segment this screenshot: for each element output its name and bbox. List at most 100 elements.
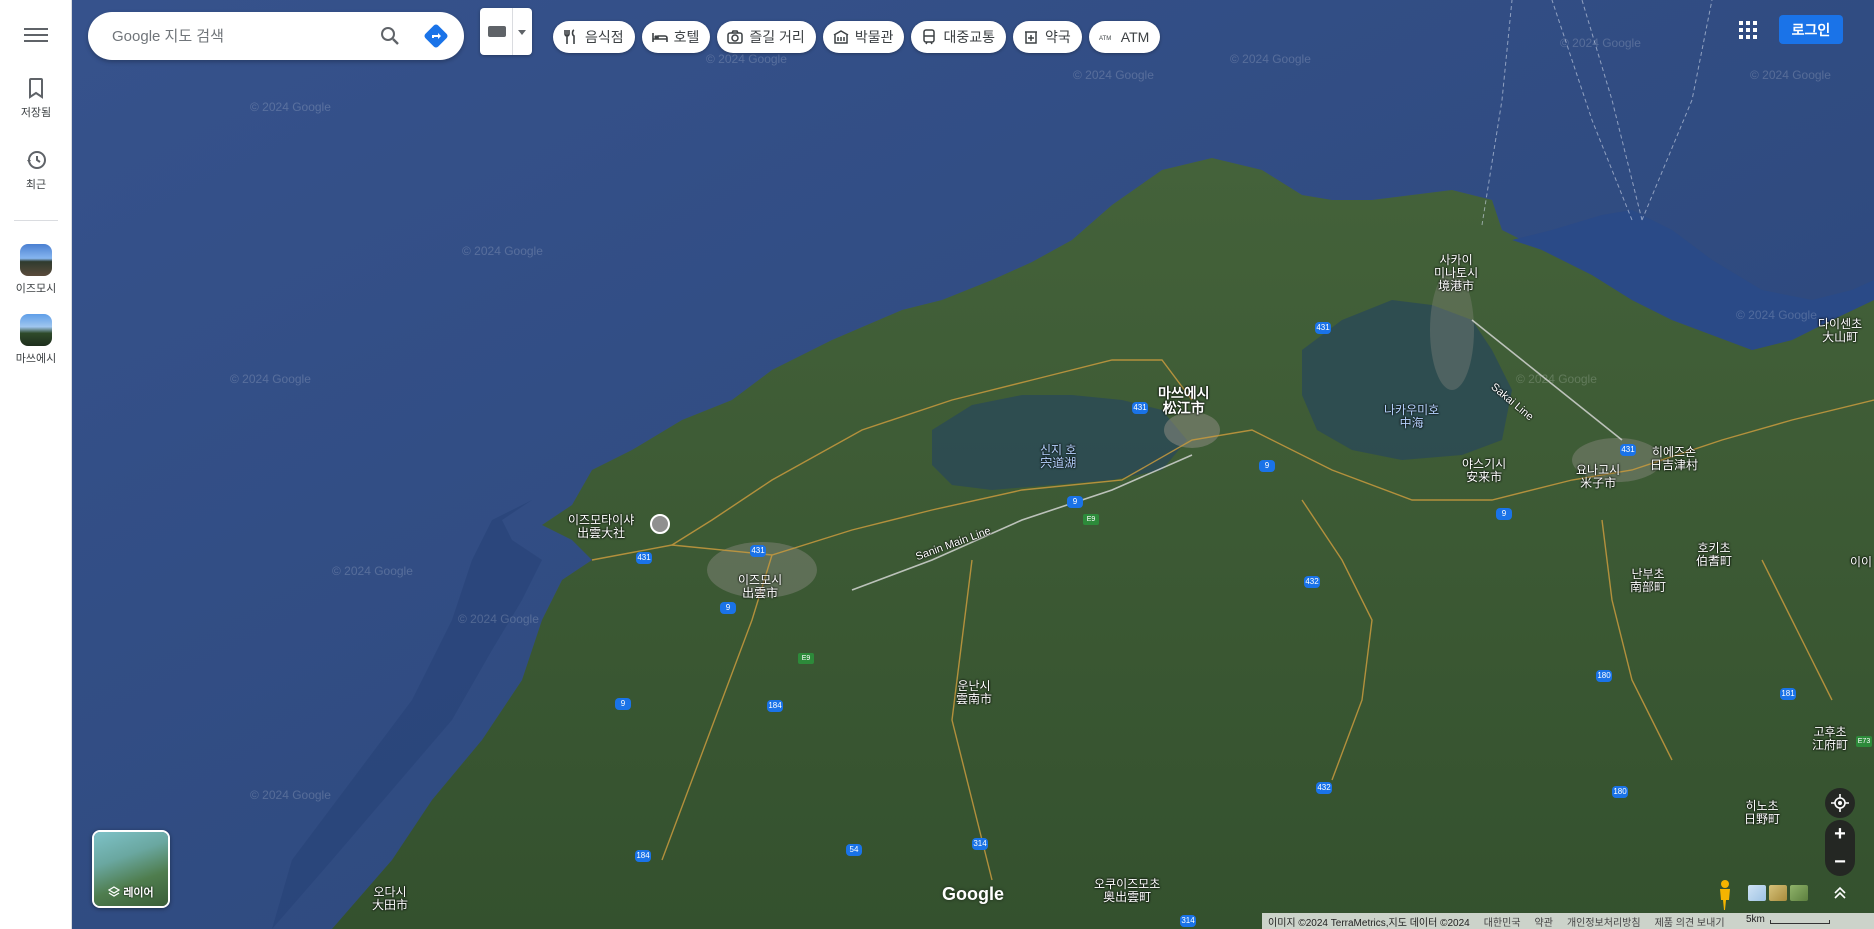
chip-hotels[interactable]: 호텔 — [641, 21, 711, 53]
chip-restaurants[interactable]: 음식점 — [553, 21, 635, 53]
watermark: © 2024 Google — [1230, 52, 1311, 66]
expressway-shield: E73 — [1856, 736, 1872, 747]
map-label-hoki[interactable]: 호키초 伯耆町 — [1696, 542, 1732, 568]
my-location-icon — [1831, 794, 1849, 812]
search-icon[interactable] — [378, 24, 402, 48]
chip-label: ATM — [1120, 29, 1150, 45]
pharmacy-icon — [1023, 29, 1039, 45]
menu-icon[interactable] — [22, 24, 50, 48]
map-label-kofu[interactable]: 고후초 江府町 — [1812, 726, 1848, 752]
map-label-sakaiminato[interactable]: 사카이 미나토시 境港市 — [1434, 254, 1478, 293]
map-label-yonago[interactable]: 요나고시 米子市 — [1576, 464, 1620, 490]
map-label-nanbu[interactable]: 난부초 南部町 — [1630, 568, 1666, 594]
chevron-up-icon[interactable] — [1832, 884, 1848, 900]
route-shield: 431 — [636, 552, 652, 564]
map-label-matsue[interactable]: 마쓰에시 松江市 — [1158, 386, 1210, 416]
watermark: © 2024 Google — [706, 52, 787, 66]
login-button[interactable]: 로그인 — [1779, 15, 1843, 44]
sidebar-item-label: 최근 — [25, 179, 47, 191]
search-input[interactable] — [112, 24, 352, 48]
directions-icon[interactable] — [422, 22, 450, 50]
transit-icon — [921, 29, 937, 45]
route-shield: 431 — [750, 545, 766, 557]
sidebar-item-label: 저장됨 — [20, 107, 52, 119]
route-shield: 314 — [972, 838, 988, 850]
layers-button[interactable]: 레이어 — [92, 830, 170, 908]
thumbnail-matsue — [20, 314, 52, 346]
shrine-icon[interactable] — [650, 514, 670, 534]
chip-atm[interactable]: ATM ATM — [1088, 21, 1161, 53]
chip-label: 음식점 — [585, 29, 624, 45]
watermark: © 2024 Google — [230, 372, 311, 386]
map-label-izumo[interactable]: 이즈모시 出雲市 — [738, 574, 782, 600]
history-icon — [27, 151, 46, 169]
route-shield: 54 — [846, 844, 862, 856]
chip-transit[interactable]: 대중교통 — [911, 21, 1006, 53]
route-shield: 9 — [1259, 460, 1275, 472]
map-label-hino[interactable]: 히노초 日野町 — [1744, 800, 1780, 826]
my-location-button[interactable] — [1825, 788, 1855, 818]
map-label-oda[interactable]: 오다시 大田市 — [372, 886, 408, 912]
route-shield: 180 — [1596, 670, 1612, 682]
map-label-edge-town[interactable]: 이이 — [1850, 556, 1872, 569]
sidebar-item-recent[interactable]: 최근 — [0, 148, 72, 192]
sidebar-item-label: 마쓰에시 — [15, 353, 57, 365]
map-label-hiezu[interactable]: 히에즈손 日吉津村 — [1650, 446, 1698, 472]
search-box — [88, 12, 464, 60]
scale-label[interactable]: 5km — [1746, 914, 1765, 925]
map-label-yasugi[interactable]: 야스기시 安来市 — [1462, 458, 1506, 484]
map-type-default[interactable] — [1748, 885, 1766, 901]
route-shield: 184 — [635, 850, 651, 862]
map-type-satellite[interactable] — [1790, 885, 1808, 901]
bookmark-icon — [29, 78, 43, 99]
apps-grid-icon[interactable] — [1736, 18, 1760, 42]
hotel-icon — [651, 29, 668, 45]
chip-museums[interactable]: 박물관 — [822, 21, 905, 53]
route-shield: 431 — [1315, 322, 1331, 334]
category-chips: 음식점 호텔 즐길 거리 박물관 대중교통 약국 ATM ATM — [553, 21, 1161, 53]
keyboard-icon — [488, 26, 506, 37]
scale-bar — [1770, 920, 1830, 924]
chip-pharmacies[interactable]: 약국 — [1013, 21, 1082, 53]
chevron-down-icon[interactable] — [518, 30, 526, 35]
watermark: © 2024 Google — [332, 564, 413, 578]
route-shield: 314 — [1180, 915, 1196, 927]
route-shield: 181 — [1780, 688, 1796, 700]
sidebar-item-izumo[interactable]: 이즈모시 — [0, 244, 72, 296]
watermark: © 2024 Google — [250, 100, 331, 114]
chip-label: 즐길 거리 — [749, 29, 805, 45]
watermark: © 2024 Google — [1516, 372, 1597, 386]
route-shield: 184 — [767, 700, 783, 712]
map-type-terrain[interactable] — [1769, 885, 1787, 901]
sidebar-item-matsue[interactable]: 마쓰에시 — [0, 314, 72, 366]
feedback-link[interactable]: 제품 의견 보내기 — [1655, 914, 1725, 929]
camera-icon — [727, 29, 744, 45]
chip-label: 약국 — [1045, 29, 1071, 45]
watermark: © 2024 Google — [1750, 68, 1831, 82]
privacy-link[interactable]: 개인정보처리방침 — [1567, 914, 1641, 929]
watermark: © 2024 Google — [1073, 68, 1154, 82]
sidebar-divider — [14, 220, 58, 221]
country-link[interactable]: 대한민국 — [1484, 914, 1521, 929]
expressway-shield: E9 — [1083, 514, 1099, 525]
map-type-thumbnails — [1748, 885, 1810, 903]
zoom-out-button[interactable]: − — [1825, 848, 1855, 876]
input-tools-toggle[interactable] — [480, 8, 532, 55]
city-area-matsue — [1164, 412, 1220, 448]
sidebar-item-label: 이즈모시 — [15, 283, 57, 295]
map-label-daisen[interactable]: 다이센초 大山町 — [1818, 318, 1862, 344]
route-shield: 431 — [1132, 402, 1148, 414]
zoom-in-button[interactable]: + — [1825, 820, 1855, 848]
watermark: © 2024 Google — [458, 612, 539, 626]
terms-link[interactable]: 약관 — [1535, 914, 1553, 929]
route-shield: 9 — [1067, 496, 1083, 508]
watermark: © 2024 Google — [1560, 36, 1641, 50]
map-label-unnan[interactable]: 운난시 雲南市 — [956, 680, 992, 706]
pegman-icon[interactable] — [1714, 878, 1736, 912]
watermark: © 2024 Google — [250, 788, 331, 802]
chip-things-to-do[interactable]: 즐길 거리 — [717, 21, 816, 53]
svg-text:ATM: ATM — [1099, 36, 1111, 42]
map-label-izumo-taisha[interactable]: 이즈모타이샤 出雲大社 — [568, 514, 634, 540]
sidebar-item-saved[interactable]: 저장됨 — [0, 76, 72, 120]
map-label-okuizumo[interactable]: 오쿠이즈모초 奥出雲町 — [1094, 878, 1160, 904]
